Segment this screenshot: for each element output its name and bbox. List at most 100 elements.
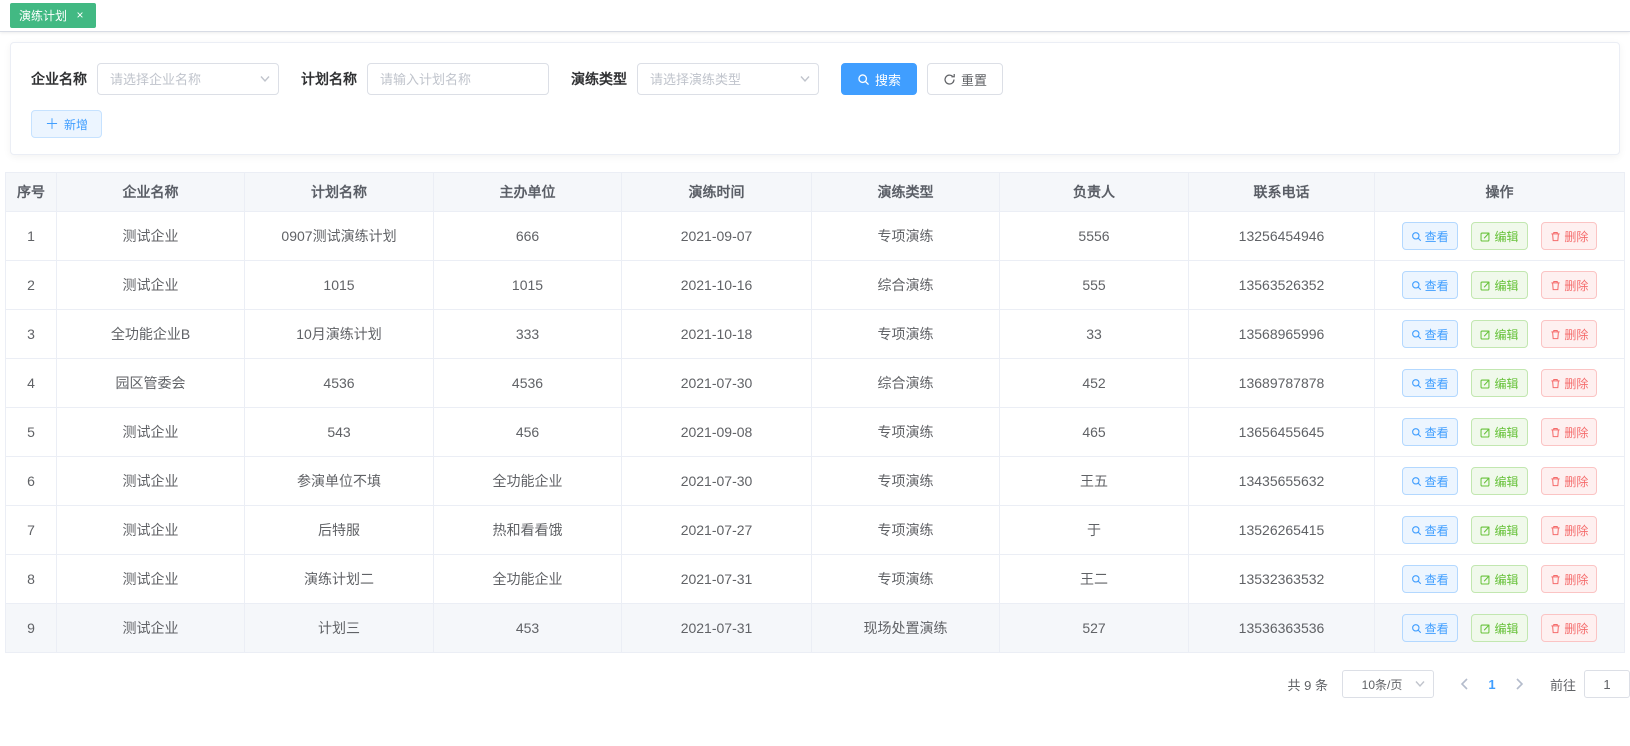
col-header-actions: 操作: [1374, 172, 1625, 212]
cell-actions: 查看 编辑 删除: [1374, 407, 1625, 457]
trash-icon: [1551, 574, 1561, 584]
delete-button[interactable]: 删除: [1541, 369, 1598, 397]
delete-button[interactable]: 删除: [1541, 271, 1598, 299]
col-header-phone: 联系电话: [1188, 172, 1375, 212]
exercise-type-select[interactable]: [637, 63, 819, 95]
cell-no: 9: [5, 603, 57, 653]
delete-button[interactable]: 删除: [1541, 516, 1598, 544]
cell-time: 2021-10-18: [621, 309, 812, 359]
view-button[interactable]: 查看: [1401, 222, 1458, 250]
view-button[interactable]: 查看: [1401, 565, 1458, 593]
pagination-total: 共 9 条: [1287, 677, 1328, 693]
edit-button[interactable]: 编辑: [1471, 565, 1528, 593]
delete-button[interactable]: 删除: [1541, 320, 1598, 348]
trash-icon: [1551, 427, 1561, 437]
view-button[interactable]: 查看: [1401, 320, 1458, 348]
delete-button-label: 删除: [1564, 621, 1589, 636]
cell-enterprise: 测试企业: [56, 407, 245, 457]
edit-button[interactable]: 编辑: [1471, 418, 1528, 446]
cell-enterprise: 园区管委会: [56, 358, 245, 408]
view-button[interactable]: 查看: [1401, 516, 1458, 544]
plan-name-field[interactable]: [367, 63, 549, 95]
cell-type: 专项演练: [811, 505, 1000, 555]
edit-button-label: 编辑: [1494, 376, 1519, 391]
delete-button[interactable]: 删除: [1541, 614, 1598, 642]
reset-button-label: 重置: [961, 72, 988, 88]
search-button[interactable]: 搜索: [841, 63, 918, 95]
edit-button[interactable]: 编辑: [1471, 369, 1528, 397]
tab-exercise-plan[interactable]: 演练计划 ×: [10, 3, 97, 28]
cell-time: 2021-07-30: [621, 456, 812, 506]
add-button[interactable]: ＋ 新增: [31, 110, 103, 138]
cell-actions: 查看 编辑 删除: [1374, 211, 1625, 261]
page-number-1[interactable]: 1: [1479, 677, 1505, 692]
cell-leader: 465: [999, 407, 1189, 457]
goto-page-input[interactable]: [1584, 670, 1630, 698]
edit-button-label: 编辑: [1494, 425, 1519, 440]
cell-type: 专项演练: [811, 309, 1000, 359]
cell-actions: 查看 编辑 删除: [1374, 603, 1625, 653]
edit-icon: [1481, 280, 1491, 290]
edit-button-label: 编辑: [1494, 278, 1519, 293]
edit-icon: [1481, 476, 1491, 486]
col-header-enterprise: 企业名称: [56, 172, 245, 212]
delete-button[interactable]: 删除: [1541, 418, 1598, 446]
cell-type: 专项演练: [811, 456, 1000, 506]
table-row: 9 测试企业 计划三 453 2021-07-31 现场处置演练 527 135…: [5, 603, 1625, 653]
enterprise-name-label: 企业名称: [31, 71, 87, 87]
cell-plan: 1015: [244, 260, 434, 310]
exercise-type-select-input[interactable]: [637, 63, 819, 95]
view-button[interactable]: 查看: [1401, 614, 1458, 642]
edit-button[interactable]: 编辑: [1471, 516, 1528, 544]
view-button-label: 查看: [1424, 621, 1449, 636]
cell-host: 453: [433, 603, 622, 653]
reset-button[interactable]: 重置: [927, 63, 1004, 95]
edit-button[interactable]: 编辑: [1471, 467, 1528, 495]
edit-button-label: 编辑: [1494, 523, 1519, 538]
page-size-select-input[interactable]: [1341, 670, 1434, 698]
cell-host: 456: [433, 407, 622, 457]
delete-button[interactable]: 删除: [1541, 222, 1598, 250]
next-page-button[interactable]: [1505, 678, 1534, 690]
view-button-label: 查看: [1424, 523, 1449, 538]
view-button[interactable]: 查看: [1401, 369, 1458, 397]
prev-page-button[interactable]: [1450, 678, 1479, 690]
close-icon[interactable]: ×: [73, 8, 87, 23]
delete-button-label: 删除: [1564, 523, 1589, 538]
edit-button-label: 编辑: [1494, 229, 1519, 244]
edit-button-label: 编辑: [1494, 474, 1519, 489]
cell-time: 2021-07-27: [621, 505, 812, 555]
view-button-label: 查看: [1424, 474, 1449, 489]
enterprise-name-select-input[interactable]: [97, 63, 279, 95]
edit-button-label: 编辑: [1494, 572, 1519, 587]
cell-time: 2021-09-07: [621, 211, 812, 261]
delete-button[interactable]: 删除: [1541, 565, 1598, 593]
view-button[interactable]: 查看: [1401, 467, 1458, 495]
edit-button[interactable]: 编辑: [1471, 320, 1528, 348]
filter-card: 企业名称 计划名称 演练类型 搜索: [10, 42, 1620, 155]
trash-icon: [1551, 378, 1561, 388]
trash-icon: [1551, 329, 1561, 339]
cell-enterprise: 测试企业: [56, 505, 245, 555]
search-icon: [858, 73, 869, 85]
cell-no: 2: [5, 260, 57, 310]
delete-button-label: 删除: [1564, 572, 1589, 587]
cell-no: 4: [5, 358, 57, 408]
edit-button[interactable]: 编辑: [1471, 271, 1528, 299]
delete-button[interactable]: 删除: [1541, 467, 1598, 495]
cell-type: 专项演练: [811, 211, 1000, 261]
plan-name-input[interactable]: [367, 63, 549, 95]
cell-phone: 13689787878: [1188, 358, 1375, 408]
table-row: 2 测试企业 1015 1015 2021-10-16 综合演练 555 135…: [5, 260, 1625, 310]
view-button[interactable]: 查看: [1401, 271, 1458, 299]
cell-time: 2021-09-08: [621, 407, 812, 457]
view-button[interactable]: 查看: [1401, 418, 1458, 446]
magnifier-icon: [1411, 329, 1421, 339]
cell-time: 2021-10-16: [621, 260, 812, 310]
cell-host: 全功能企业: [433, 456, 622, 506]
edit-button[interactable]: 编辑: [1471, 222, 1528, 250]
cell-actions: 查看 编辑 删除: [1374, 554, 1625, 604]
enterprise-name-select[interactable]: [97, 63, 279, 95]
page-size-select[interactable]: [1341, 670, 1434, 698]
edit-button[interactable]: 编辑: [1471, 614, 1528, 642]
